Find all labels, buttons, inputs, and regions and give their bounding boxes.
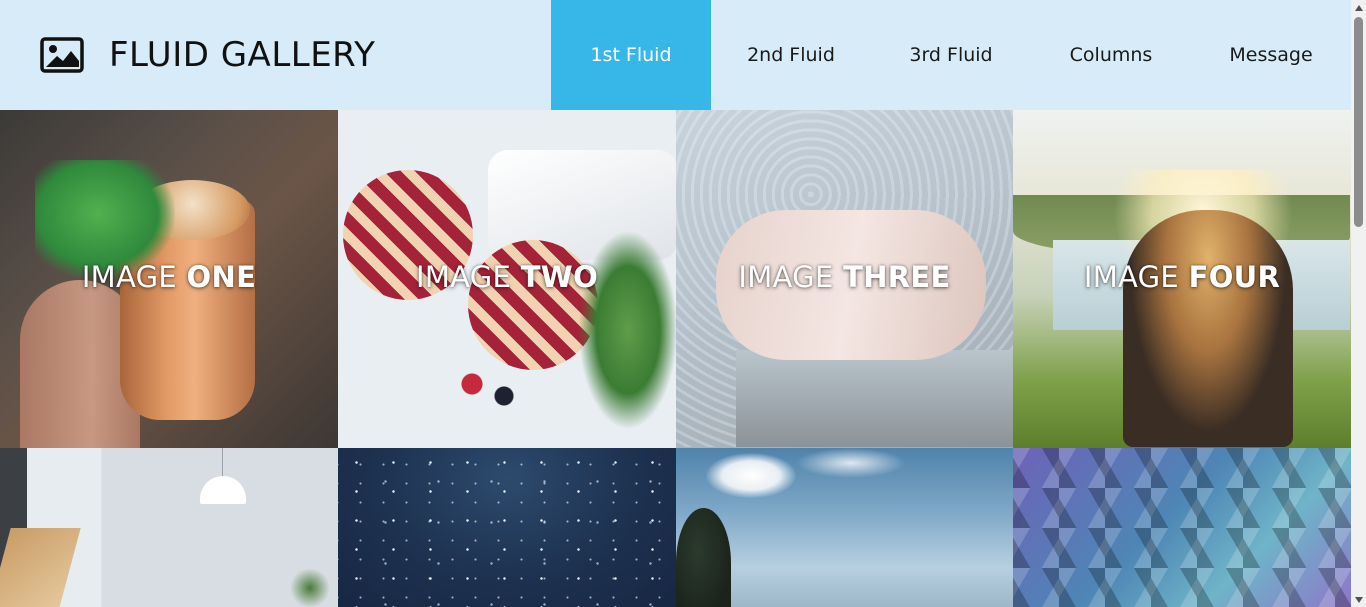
woman-image xyxy=(1123,210,1293,447)
caption-lead: IMAGE xyxy=(81,260,178,294)
caption-name: TWO xyxy=(520,260,599,294)
caption-name: THREE xyxy=(843,260,951,294)
gallery-tile-five[interactable] xyxy=(0,448,338,607)
caption-lead: IMAGE xyxy=(738,260,834,294)
tile-caption: IMAGE ONE xyxy=(0,260,338,294)
nav-item-2nd-fluid[interactable]: 2nd Fluid xyxy=(711,0,871,110)
caption-name: ONE xyxy=(186,260,257,294)
tile-caption: IMAGE TWO xyxy=(338,260,676,294)
starry-sky-image xyxy=(338,448,676,607)
cloud-image xyxy=(796,448,906,478)
plant-image xyxy=(290,568,330,607)
berries-image xyxy=(448,360,528,420)
gallery-tile-three[interactable]: IMAGE THREE xyxy=(676,110,1013,448)
tile-caption: IMAGE FOUR xyxy=(1013,260,1351,294)
gallery-tile-six[interactable] xyxy=(338,448,676,607)
scroll-down-arrow-icon[interactable] xyxy=(1351,592,1366,607)
scrollbar-thumb[interactable] xyxy=(1354,17,1363,227)
site-title[interactable]: FLUID GALLERY xyxy=(109,33,375,77)
tree-image xyxy=(676,508,731,607)
caption-lead: IMAGE xyxy=(1083,260,1180,294)
caption-lead: IMAGE xyxy=(415,260,512,294)
chair-image xyxy=(0,528,81,607)
page-scrollbar[interactable] xyxy=(1351,0,1366,607)
site-header: FLUID GALLERY 1st Fluid 2nd Fluid 3rd Fl… xyxy=(0,0,1351,110)
gallery-tile-one[interactable]: IMAGE ONE xyxy=(0,110,338,448)
page: FLUID GALLERY 1st Fluid 2nd Fluid 3rd Fl… xyxy=(0,0,1366,607)
gallery-tile-seven[interactable] xyxy=(676,448,1013,607)
scroll-up-arrow-icon[interactable] xyxy=(1351,0,1366,15)
gallery-tile-two[interactable]: IMAGE TWO xyxy=(338,110,676,448)
lamp-cord xyxy=(222,448,223,478)
gallery-tile-eight[interactable] xyxy=(1013,448,1351,607)
gallery-tile-four[interactable]: IMAGE FOUR xyxy=(1013,110,1351,448)
nav-item-3rd-fluid[interactable]: 3rd Fluid xyxy=(871,0,1031,110)
image-icon[interactable] xyxy=(40,37,84,73)
nav-item-columns[interactable]: Columns xyxy=(1031,0,1191,110)
cloud-image xyxy=(706,453,796,498)
dress-image xyxy=(736,350,1013,447)
image-gallery: IMAGE ONE IMAGE TWO IMAGE THREE IMAGE FO… xyxy=(0,110,1351,607)
nav-item-1st-fluid[interactable]: 1st Fluid xyxy=(551,0,711,110)
caption-name: FOUR xyxy=(1188,260,1281,294)
tile-caption: IMAGE THREE xyxy=(676,260,1013,294)
nav-item-message[interactable]: Message xyxy=(1191,0,1351,110)
pendant-lamp-image xyxy=(200,476,246,504)
main-nav: 1st Fluid 2nd Fluid 3rd Fluid Columns Me… xyxy=(551,0,1351,110)
